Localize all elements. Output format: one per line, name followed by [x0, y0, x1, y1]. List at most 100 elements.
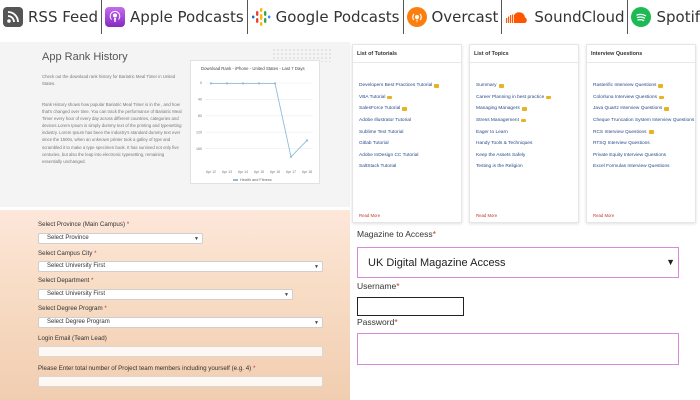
podcast-label: Apple Podcasts: [130, 8, 244, 26]
card-1: List of Topics Summary Career Planning in …: [469, 44, 579, 223]
password-input[interactable]: [357, 333, 679, 365]
new-badge-icon: [521, 107, 527, 111]
google-podcasts-icon: [251, 7, 271, 27]
magazine-value: UK Digital Magazine Access: [368, 257, 506, 269]
new-badge-icon: [658, 84, 664, 88]
new-badge-icon: [520, 118, 526, 123]
legend-swatch: [233, 179, 238, 181]
card-link[interactable]: Managing Managers: [476, 103, 576, 115]
chart-legend: Health and Fitness: [233, 178, 272, 182]
card-link-label: RCS Interview Questions: [593, 129, 647, 135]
new-badge-icon: [659, 95, 664, 100]
province-select[interactable]: Select Province ▼: [38, 233, 203, 244]
x-tick-label: Apr 12: [206, 170, 216, 174]
podcast-link-spotify[interactable]: Spotify: [628, 0, 700, 34]
data-point: [241, 82, 245, 85]
magazine-label: Magazine to Access*: [357, 229, 436, 239]
magazine-select[interactable]: UK Digital Magazine Access ▼: [357, 247, 679, 278]
card-link[interactable]: Testing is the Religion: [476, 161, 576, 173]
degree-select[interactable]: Select Degree Program ▼: [38, 317, 323, 328]
card-link[interactable]: Handy Tools & Techniques: [476, 138, 576, 150]
degree-label: Select Degree Program *: [38, 305, 107, 312]
card-list: Developers Best Practices Tutorial VBA Tu…: [359, 80, 459, 173]
data-point: [257, 82, 261, 85]
card-link-label: SalesForce Tutorial: [359, 106, 401, 112]
card-title: List of Topics: [474, 51, 509, 57]
card-link[interactable]: SalesForce Tutorial: [359, 103, 459, 115]
x-tick-label: Apr 17: [286, 170, 296, 174]
card-link[interactable]: Colorluna Interview Questions: [593, 92, 693, 104]
card-link-label: Handy Tools & Techniques: [476, 141, 533, 147]
card-link[interactable]: Rasterific Interview Questions: [593, 80, 693, 92]
new-badge-icon: [402, 107, 408, 111]
chevron-down-icon: ▼: [314, 320, 319, 326]
podcast-label: SoundCloud: [534, 8, 625, 26]
podcast-label: RSS Feed: [28, 8, 99, 26]
rank-title: App Rank History: [42, 51, 128, 63]
card-link[interactable]: Stress Management: [476, 115, 576, 127]
card-link[interactable]: Adobe InDesign CC Tutorial: [359, 150, 459, 162]
read-more-link[interactable]: Read More: [593, 213, 614, 218]
podcast-link-google[interactable]: Google Podcasts: [248, 0, 404, 34]
card-link[interactable]: RTSQ Interview Questions: [593, 138, 693, 150]
card-link-label: Adobe Illustrator Tutorial: [359, 118, 411, 124]
card-link[interactable]: Cheque Truncation System Interview Quest…: [593, 115, 694, 127]
new-badge-icon: [664, 107, 670, 111]
rss-icon: [3, 7, 23, 27]
x-tick-label: Apr 15: [254, 170, 264, 174]
card-link[interactable]: Sublime Text Tutorial: [359, 126, 459, 138]
data-point: [273, 82, 277, 85]
new-badge-icon: [498, 84, 504, 88]
card-link[interactable]: Adobe Illustrator Tutorial: [359, 115, 459, 127]
data-point: [225, 82, 229, 85]
department-value: Select University First: [47, 291, 106, 297]
card-link[interactable]: VBA Tutorial: [359, 92, 459, 104]
read-more-link[interactable]: Read More: [359, 213, 380, 218]
department-select[interactable]: Select University First ▼: [38, 289, 293, 300]
card-link[interactable]: Eager to Learn: [476, 126, 576, 138]
podcast-link-soundcloud[interactable]: SoundCloud: [502, 0, 629, 34]
podcast-label: Google Podcasts: [275, 8, 400, 26]
podcast-link-apple[interactable]: Apple Podcasts: [102, 0, 248, 34]
card-link[interactable]: Excel Formulas Interview Questions: [593, 161, 693, 173]
card-link[interactable]: Gitlab Tutorial: [359, 138, 459, 150]
card-link-label: Keep the Assets Safely: [476, 152, 526, 158]
podcast-link-rss[interactable]: RSS Feed: [0, 0, 103, 34]
data-point: [209, 82, 213, 85]
login-email-input[interactable]: [38, 346, 323, 357]
card-divider: [470, 62, 578, 63]
chevron-down-icon: ▼: [314, 264, 319, 270]
app-rank-panel: App Rank History Check out the download …: [0, 42, 350, 207]
card-link[interactable]: Summary: [476, 80, 576, 92]
province-value: Select Province: [47, 235, 89, 241]
card-divider: [353, 62, 461, 63]
members-input[interactable]: [38, 376, 323, 387]
card-link-label: Summary: [476, 83, 497, 89]
card-link[interactable]: Developers Best Practices Tutorial: [359, 80, 459, 92]
campus-city-label: Select Campus City *: [38, 250, 97, 257]
card-link-label: Rasterific Interview Questions: [593, 83, 657, 89]
y-tick-label: 160: [196, 147, 202, 151]
apple-podcasts-icon: [105, 7, 126, 27]
x-tick-label: Apr 14: [238, 170, 248, 174]
read-more-link[interactable]: Read More: [476, 213, 497, 218]
new-badge-icon: [648, 130, 654, 134]
series-line: [211, 82, 308, 158]
card-link[interactable]: Java Quartz Interview Questions: [593, 103, 693, 115]
card-link[interactable]: Keep the Assets Safely: [476, 150, 576, 162]
rank-body: Rank History shows how popular Bariatric…: [42, 102, 182, 164]
chevron-down-icon: ▼: [666, 257, 675, 267]
card-link[interactable]: RCS Interview Questions: [593, 126, 693, 138]
podcast-label: Overcast: [431, 8, 499, 26]
card-link[interactable]: SaltStack Tutorial: [359, 161, 459, 173]
rank-chart-plot: 0 40 80 120 160 Apr 12 Apr 13 Apr 14 Apr 15 Apr 1…: [196, 81, 313, 174]
campus-city-select[interactable]: Select University First ▼: [38, 261, 323, 272]
card-link-label: SaltStack Tutorial: [359, 164, 397, 170]
card-link[interactable]: Career Planning in best practice: [476, 92, 576, 104]
podcast-link-overcast[interactable]: Overcast: [404, 0, 503, 34]
username-input[interactable]: [357, 297, 464, 316]
new-badge-icon: [387, 95, 393, 100]
card-title: List of Tutorials: [357, 51, 398, 57]
degree-value: Select Degree Program: [47, 319, 110, 325]
card-link[interactable]: Private Equity Interview Questions: [593, 150, 693, 162]
